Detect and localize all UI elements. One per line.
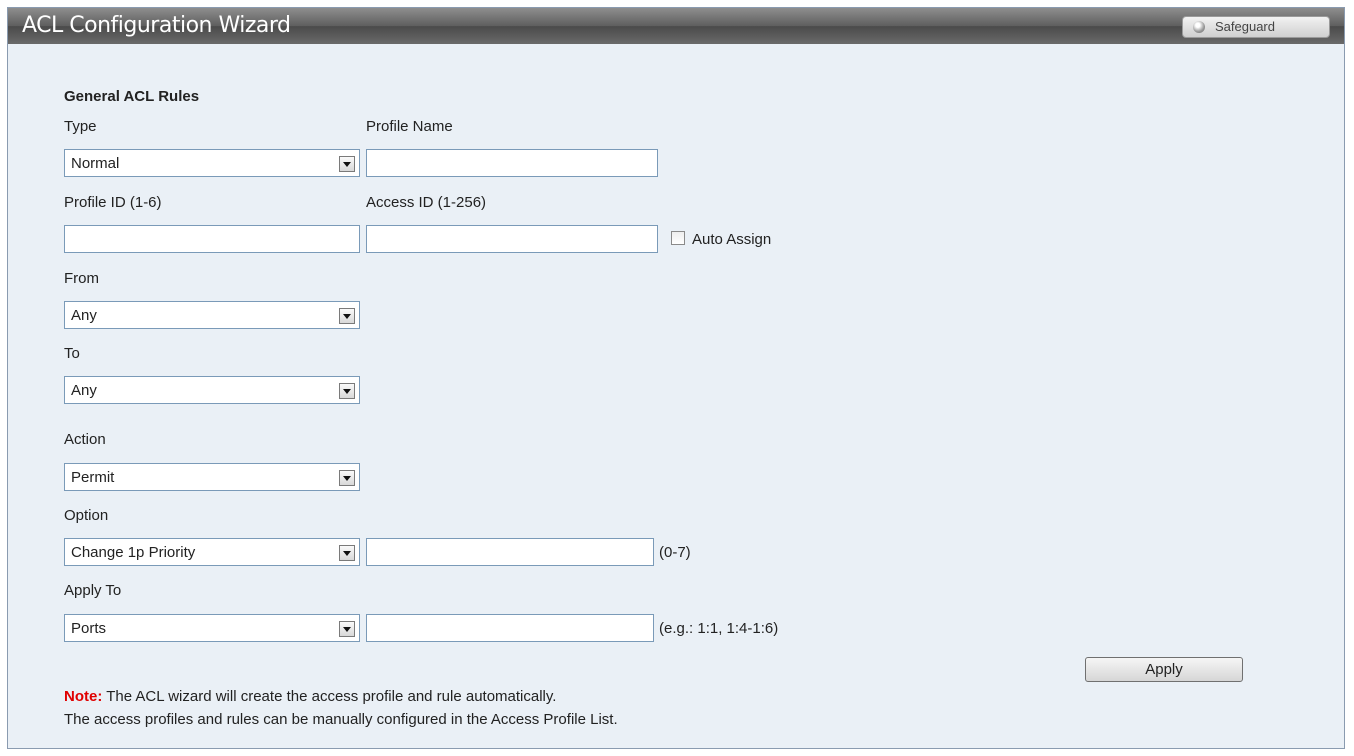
note-line-1: Note: The ACL wizard will create the acc… [64,688,556,705]
apply-to-label: Apply To [64,582,122,599]
action-label: Action [64,431,106,448]
profile-name-label: Profile Name [366,118,453,135]
type-label: Type [64,118,97,135]
note-text-1: The ACL wizard will create the access pr… [106,688,557,705]
from-select-value: Any [71,307,97,324]
to-select-value: Any [71,382,97,399]
priority-input[interactable] [366,538,654,566]
title-bar: ACL Configuration Wizard Safeguard [8,8,1344,44]
wizard-panel: ACL Configuration Wizard Safeguard Gener… [7,7,1345,749]
priority-hint: (0-7) [659,544,691,561]
safeguard-label: Safeguard [1215,19,1275,34]
to-label: To [64,345,80,362]
profile-name-input[interactable] [366,149,658,177]
note-line-2: The access profiles and rules can be man… [64,711,618,728]
from-label: From [64,270,99,287]
option-select-value: Change 1p Priority [71,544,196,561]
auto-assign-checkbox[interactable] [671,231,685,245]
note-label: Note: [64,688,103,705]
page-title: ACL Configuration Wizard [22,13,291,38]
option-select[interactable]: Change 1p Priority [64,538,360,566]
to-select[interactable]: Any [64,376,360,404]
ports-hint: (e.g.: 1:1, 1:4-1:6) [659,620,779,637]
profile-id-input[interactable] [64,225,360,253]
chevron-down-icon[interactable] [339,470,355,486]
access-id-label: Access ID (1-256) [366,194,487,211]
from-select[interactable]: Any [64,301,360,329]
section-title: General ACL Rules [64,88,200,105]
apply-button[interactable]: Apply [1085,657,1243,682]
safeguard-button[interactable]: Safeguard [1182,16,1330,38]
option-label: Option [64,507,109,524]
profile-id-label: Profile ID (1-6) [64,194,162,211]
action-select-value: Permit [71,469,115,486]
type-select-value: Normal [71,155,120,172]
chevron-down-icon[interactable] [339,383,355,399]
chevron-down-icon[interactable] [339,621,355,637]
safeguard-status-icon [1193,21,1205,33]
ports-input[interactable] [366,614,654,642]
chevron-down-icon[interactable] [339,156,355,172]
chevron-down-icon[interactable] [339,308,355,324]
action-select[interactable]: Permit [64,463,360,491]
chevron-down-icon[interactable] [339,545,355,561]
access-id-input[interactable] [366,225,658,253]
apply-to-select[interactable]: Ports [64,614,360,642]
type-select[interactable]: Normal [64,149,360,177]
apply-to-select-value: Ports [71,620,107,637]
auto-assign-label: Auto Assign [692,231,772,248]
